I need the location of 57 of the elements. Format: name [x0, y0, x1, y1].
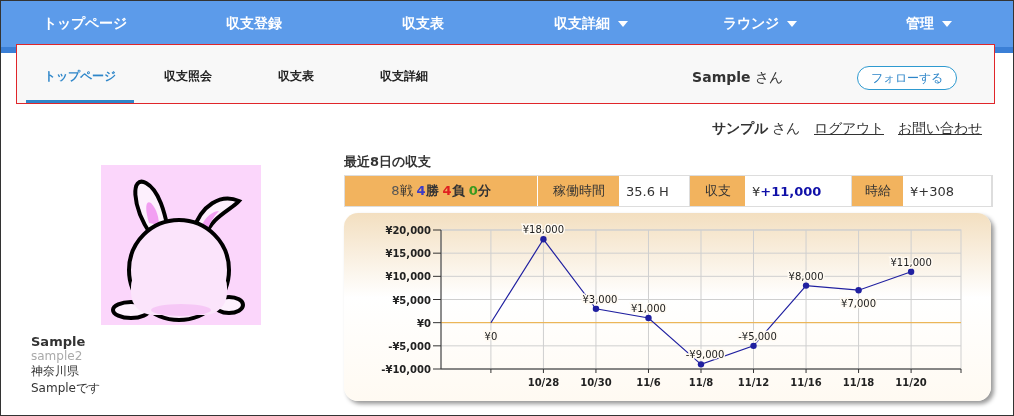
nav-item[interactable]: トップページ: [1, 15, 170, 33]
greeting-text: サンプル さん: [711, 120, 800, 138]
record-text: 8戦: [391, 182, 413, 200]
data-point: [697, 361, 705, 368]
nav-item[interactable]: 収支詳細: [507, 15, 676, 33]
stat-value: ¥+308: [904, 176, 992, 206]
user-id: sample2: [31, 349, 84, 363]
nav-item[interactable]: ラウンジ: [675, 15, 845, 33]
section-heading: 最近8日の収支: [344, 153, 433, 171]
data-label: ¥11,000: [890, 256, 932, 268]
data-point: [645, 314, 652, 322]
stat-label: 時給: [852, 176, 904, 206]
data-point: [855, 287, 862, 294]
location-text: 神奈川県: [31, 363, 80, 380]
stat-label: 稼働時間: [538, 176, 620, 206]
axis-label: 11/20: [895, 377, 927, 388]
axis-label: 10/28: [527, 377, 560, 388]
data-point: [540, 236, 547, 243]
follow-button[interactable]: フォローする: [857, 66, 957, 90]
axis-label: ¥10,000: [385, 271, 431, 283]
record-text: 0分: [468, 182, 491, 200]
data-label: ¥1,000: [630, 303, 666, 315]
axis-label: 11/18: [842, 377, 875, 388]
record-text: 4勝: [416, 182, 439, 200]
axis-label: -¥5,000: [388, 340, 431, 352]
data-point: [907, 268, 915, 275]
axis-label: 11/12: [737, 377, 770, 388]
data-point: [592, 305, 600, 312]
axis-label: 11/8: [688, 377, 714, 388]
tab[interactable]: トップページ: [26, 53, 134, 103]
axis-label: ¥5,000: [392, 294, 431, 306]
data-label: ¥18,000: [522, 224, 565, 236]
nav-item[interactable]: 収支登録: [169, 15, 339, 33]
link[interactable]: お問い合わせ: [898, 120, 982, 138]
axis-label: 11/16: [790, 377, 822, 388]
stat-label: 収支: [690, 176, 746, 206]
profile-name: Sample: [31, 334, 87, 349]
link[interactable]: ログアウト: [814, 120, 884, 138]
bio-text: Sampleです: [31, 380, 101, 397]
axis-label: 11/6: [636, 377, 661, 388]
tab[interactable]: 収支表: [242, 53, 350, 103]
nav-item[interactable]: 収支表: [338, 15, 507, 33]
tab[interactable]: 収支照会: [134, 53, 242, 103]
data-label: ¥7,000: [841, 298, 877, 310]
data-label: ¥0: [484, 330, 498, 342]
axis-label: ¥15,000: [385, 248, 431, 260]
data-point: [802, 282, 810, 289]
data-point: [750, 342, 757, 350]
nav-item[interactable]: 管理: [844, 15, 1013, 33]
axis-label: 10/30: [580, 377, 612, 388]
axis-label: -¥10,000: [381, 364, 431, 375]
record-text: 4負: [442, 182, 465, 200]
tab[interactable]: 収支詳細: [350, 53, 458, 103]
data-label: ¥8,000: [788, 270, 824, 282]
user-name: Sample さん: [692, 69, 783, 87]
axis-label: ¥20,000: [385, 225, 431, 236]
axis-label: ¥0: [417, 317, 431, 329]
